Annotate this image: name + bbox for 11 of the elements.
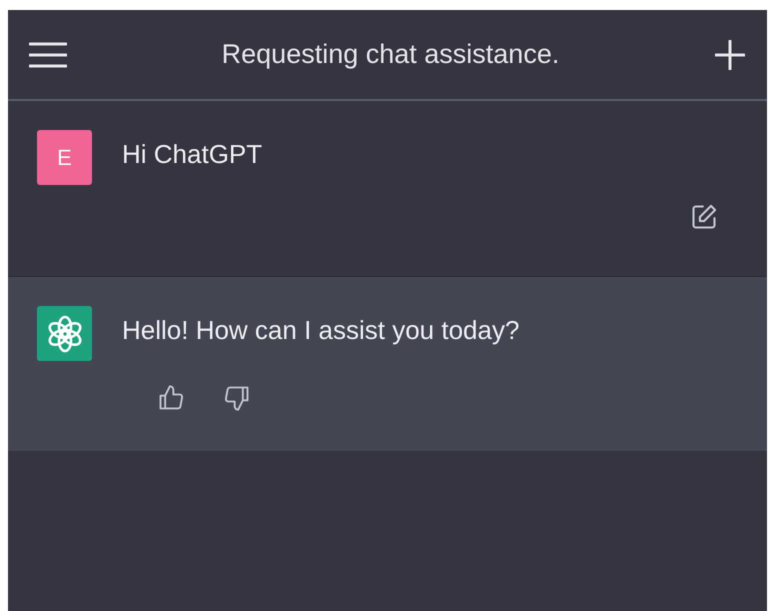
user-avatar: E bbox=[37, 130, 92, 185]
chat-title: Requesting chat assistance. bbox=[222, 38, 560, 72]
menu-icon bbox=[29, 42, 67, 68]
new-chat-button[interactable] bbox=[714, 38, 746, 70]
message-text: Hello! How can I assist you today? bbox=[122, 314, 520, 347]
message-text: Hi ChatGPT bbox=[122, 138, 262, 171]
plus-icon bbox=[714, 40, 745, 70]
thumbs-down-icon bbox=[223, 384, 251, 412]
edit-icon bbox=[690, 203, 718, 231]
menu-button[interactable] bbox=[29, 40, 67, 68]
thumbs-up-icon bbox=[157, 384, 185, 412]
